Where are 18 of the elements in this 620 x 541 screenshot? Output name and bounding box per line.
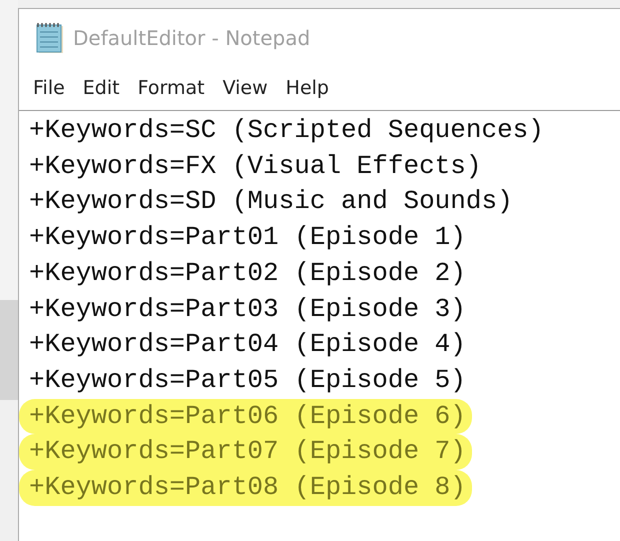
menu-item[interactable]: Format <box>130 75 213 101</box>
highlighted-text-line: +Keywords=Part06 (Episode 6) <box>19 398 472 434</box>
text-line: +Keywords=Part05 (Episode 5) <box>29 364 467 397</box>
menu-item[interactable]: Help <box>278 75 337 101</box>
highlighted-text-line: +Keywords=Part07 (Episode 7) <box>19 434 472 470</box>
text-line: +Keywords=Part03 (Episode 3) <box>29 292 467 326</box>
text-line: +Keywords=Part04 (Episode 4) <box>29 328 467 362</box>
window-title: DefaultEditor - Notepad <box>73 26 310 50</box>
menu-item[interactable]: View <box>214 75 276 101</box>
notepad-icon <box>35 22 65 54</box>
highlighted-text-line: +Keywords=Part08 (Episode 8) <box>19 470 472 506</box>
text-line: +Keywords=Part01 (Episode 1) <box>29 221 467 254</box>
text-line: +Keywords=SC (Scripted Sequences) <box>29 114 545 147</box>
text-line: +Keywords=SD (Music and Sounds) <box>29 185 514 218</box>
text-line: +Keywords=FX (Visual Effects) <box>29 150 482 183</box>
menu-item[interactable]: File <box>25 75 73 101</box>
menu-item[interactable]: Edit <box>74 75 128 101</box>
text-line: +Keywords=Part02 (Episode 2) <box>29 256 467 290</box>
